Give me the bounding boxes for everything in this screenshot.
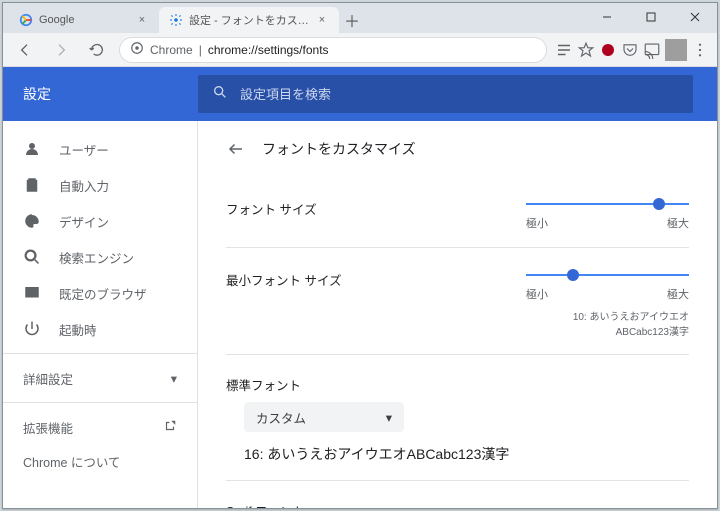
- divider: [3, 402, 197, 403]
- min-font-size-label: 最小フォント サイズ: [226, 268, 526, 289]
- standard-font-section: 標準フォント カスタム ▾ 16: あいうえおアイウエオABCabc123漢字: [226, 354, 689, 480]
- page-title: フォントをカスタマイズ: [262, 139, 416, 159]
- close-icon[interactable]: ×: [135, 14, 149, 26]
- sidebar-item-search-engine[interactable]: 検索エンジン: [3, 239, 197, 275]
- toolbar: Chrome | chrome://settings/fonts: [3, 33, 717, 67]
- settings-search-input[interactable]: [240, 87, 679, 102]
- chevron-down-icon: ▾: [386, 410, 392, 425]
- sidebar-item-label: 検索エンジン: [59, 248, 134, 267]
- external-link-icon: [163, 419, 177, 436]
- sidebar-item-label: ユーザー: [59, 140, 109, 159]
- tab-title: Google: [39, 14, 129, 26]
- sidebar-item-label: 起動時: [59, 320, 97, 339]
- standard-font-dropdown[interactable]: カスタム ▾: [244, 402, 404, 432]
- font-size-slider[interactable]: [526, 197, 689, 211]
- standard-font-preview: 16: あいうえおアイウエオABCabc123漢字: [244, 444, 689, 464]
- content-area: 設定 ユーザー 自動入力 デザイン 検索エンジン 既定のブラウザ 起動時 詳細設…: [3, 67, 717, 508]
- sidebar: ユーザー 自動入力 デザイン 検索エンジン 既定のブラウザ 起動時 詳細設定 ▾…: [3, 121, 198, 508]
- slider-max-label: 極大: [667, 215, 689, 231]
- tab-google[interactable]: Google ×: [9, 7, 159, 33]
- search-icon: [23, 248, 41, 266]
- clipboard-icon: [23, 176, 41, 194]
- serif-font-section: Serif フォント カスタム ▾ 16: あいうえおアイウエオABCabc12…: [226, 480, 689, 508]
- cast-icon[interactable]: [643, 41, 661, 59]
- settings-search[interactable]: [198, 75, 693, 113]
- sidebar-item-label: 詳細設定: [23, 369, 73, 388]
- back-arrow-button[interactable]: [226, 139, 246, 159]
- browser-window: Google × 設定 - フォントをカスタマイズ × ＋ Chrome: [2, 2, 718, 509]
- close-button[interactable]: [673, 3, 717, 31]
- close-icon[interactable]: ×: [315, 14, 329, 26]
- sidebar-extensions[interactable]: 拡張機能: [3, 409, 197, 445]
- omnibox[interactable]: Chrome | chrome://settings/fonts: [119, 37, 547, 63]
- font-size-label: フォント サイズ: [226, 197, 526, 218]
- forward-button[interactable]: [47, 36, 75, 64]
- titlebar: Google × 設定 - フォントをカスタマイズ × ＋: [3, 3, 717, 33]
- settings-header: 設定: [3, 67, 717, 121]
- tab-strip: Google × 設定 - フォントをカスタマイズ × ＋: [3, 3, 585, 33]
- maximize-button[interactable]: [629, 3, 673, 31]
- minimize-button[interactable]: [585, 3, 629, 31]
- slider-max-label: 極大: [667, 286, 689, 302]
- tab-settings-fonts[interactable]: 設定 - フォントをカスタマイズ ×: [159, 7, 339, 33]
- bookmark-icon[interactable]: [577, 41, 595, 59]
- browser-icon: [23, 284, 41, 302]
- reload-button[interactable]: [83, 36, 111, 64]
- chevron-down-icon: ▾: [171, 371, 177, 386]
- sidebar-item-default-browser[interactable]: 既定のブラウザ: [3, 275, 197, 311]
- url-path: chrome://settings/fonts: [208, 43, 329, 57]
- min-font-size-slider[interactable]: [526, 268, 689, 282]
- serif-font-label: Serif フォント: [226, 501, 689, 508]
- sidebar-item-autofill[interactable]: 自動入力: [3, 167, 197, 203]
- divider: [3, 353, 197, 354]
- chrome-icon: [130, 41, 144, 58]
- sidebar-item-label: デザイン: [59, 212, 109, 231]
- sidebar-about[interactable]: Chrome について: [3, 445, 197, 477]
- font-size-section: フォント サイズ 極小 極大: [226, 177, 689, 247]
- new-tab-button[interactable]: ＋: [339, 7, 365, 33]
- google-icon: [19, 13, 33, 27]
- reader-icon[interactable]: [555, 41, 573, 59]
- search-icon: [212, 84, 228, 105]
- url-origin: Chrome: [150, 43, 193, 57]
- person-icon: [23, 140, 41, 158]
- toolbar-right: [555, 39, 709, 61]
- sidebar-item-user[interactable]: ユーザー: [3, 131, 197, 167]
- palette-icon: [23, 212, 41, 230]
- back-button[interactable]: [11, 36, 39, 64]
- sidebar-item-label: 自動入力: [59, 176, 109, 195]
- settings-title: 設定: [3, 84, 198, 104]
- tab-title: 設定 - フォントをカスタマイズ: [189, 12, 309, 28]
- pocket-icon[interactable]: [621, 41, 639, 59]
- profile-avatar[interactable]: [665, 39, 687, 61]
- dropdown-value: カスタム: [256, 408, 306, 427]
- kebab-icon[interactable]: [691, 41, 709, 59]
- sidebar-item-startup[interactable]: 起動時: [3, 311, 197, 347]
- min-font-sample: 10: あいうえおアイウエオABCabc123漢字: [526, 308, 689, 338]
- window-controls: [585, 3, 717, 33]
- sidebar-item-label: Chrome について: [23, 452, 121, 471]
- sidebar-item-label: 既定のブラウザ: [59, 284, 147, 303]
- ublock-icon[interactable]: [599, 41, 617, 59]
- standard-font-label: 標準フォント: [226, 375, 689, 394]
- main-panel: フォントをカスタマイズ フォント サイズ 極小 極大: [198, 121, 717, 508]
- power-icon: [23, 320, 41, 338]
- min-font-size-section: 最小フォント サイズ 極小 極大 10: あいうえおアイウエオABCabc123…: [226, 247, 689, 354]
- slider-min-label: 極小: [526, 286, 548, 302]
- gear-icon: [169, 13, 183, 27]
- sidebar-item-label: 拡張機能: [23, 418, 73, 437]
- slider-min-label: 極小: [526, 215, 548, 231]
- sidebar-item-design[interactable]: デザイン: [3, 203, 197, 239]
- sidebar-advanced[interactable]: 詳細設定 ▾: [3, 360, 197, 396]
